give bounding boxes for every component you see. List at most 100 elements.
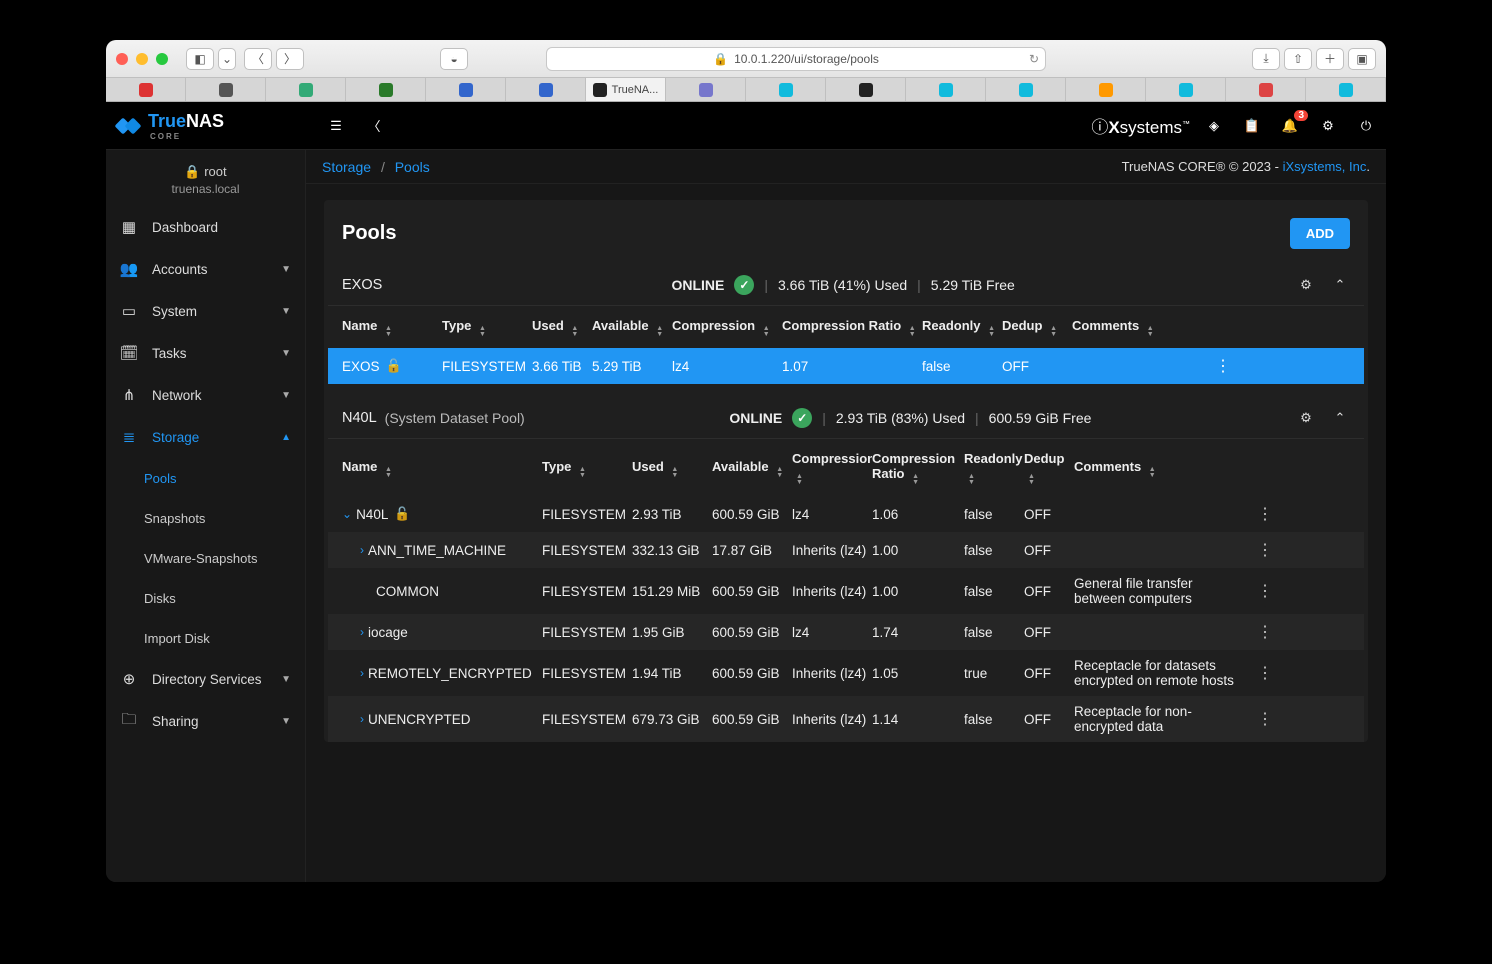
sidebar-item-tasks[interactable]: 🗓 Tasks▼ [106,332,305,374]
column-header[interactable]: Comments ▲▼ [1072,318,1202,338]
kebab-icon[interactable]: ⋮ [1244,540,1274,560]
shield-icon[interactable]: ◒ [440,48,468,70]
column-header[interactable]: Type ▲▼ [542,459,632,479]
sort-icon[interactable]: ▲▼ [1050,326,1057,338]
tab-overview-icon[interactable]: ▣ [1348,48,1376,70]
column-header[interactable]: Used ▲▼ [532,318,592,338]
sort-icon[interactable]: ▲▼ [571,326,578,338]
browser-tab[interactable] [906,78,986,101]
forward-button[interactable]: 〉 [276,48,304,70]
sort-icon[interactable]: ▲▼ [1028,474,1035,486]
browser-tab[interactable] [666,78,746,101]
sort-icon[interactable]: ▲▼ [988,326,995,338]
column-header[interactable]: Readonly ▲▼ [964,451,1024,486]
chevron-down-icon[interactable]: ⌄ [342,507,352,521]
new-tab-icon[interactable]: ＋ [1316,48,1344,70]
sort-icon[interactable]: ▲▼ [968,474,975,486]
sidebar-subitem-disks[interactable]: Disks [106,578,305,618]
close-window-icon[interactable] [116,53,128,65]
download-icon[interactable]: ⤓ [1252,48,1280,70]
column-header[interactable]: Dedup ▲▼ [1002,318,1072,338]
column-header[interactable]: Name ▲▼ [342,318,442,338]
column-header[interactable]: Readonly ▲▼ [922,318,1002,338]
table-row[interactable]: EXOS🔓FILESYSTEM3.66 TiB5.29 TiBlz41.07fa… [328,348,1364,384]
sidebar-subitem-snapshots[interactable]: Snapshots [106,498,305,538]
alerts-icon[interactable]: 🔔 3 [1280,116,1300,136]
chevron-right-icon[interactable]: › [360,625,364,639]
column-header[interactable]: Compression ▲▼ [792,451,872,486]
sort-icon[interactable]: ▲▼ [1147,326,1154,338]
column-header[interactable]: Dedup ▲▼ [1024,451,1074,486]
sidebar-item-directory-services[interactable]: ⊕ Directory Services▼ [106,658,305,700]
browser-tab[interactable]: TrueNA... [586,78,666,101]
sort-icon[interactable]: ▲▼ [763,326,770,338]
sort-icon[interactable]: ▲▼ [1149,467,1156,479]
chevron-right-icon[interactable]: › [360,543,364,557]
sort-icon[interactable]: ▲▼ [656,326,663,338]
column-header[interactable]: Compression ▲▼ [672,318,782,338]
breadcrumb-storage[interactable]: Storage [322,159,371,175]
browser-tab[interactable] [266,78,346,101]
browser-tab[interactable] [1226,78,1306,101]
chevron-right-icon[interactable]: › [360,712,364,726]
kebab-icon[interactable]: ⋮ [1244,709,1274,729]
browser-tab[interactable] [1146,78,1226,101]
minimize-window-icon[interactable] [136,53,148,65]
pool-gear-icon[interactable]: ⚙ [1296,275,1316,295]
maximize-window-icon[interactable] [156,53,168,65]
column-header[interactable]: Name ▲▼ [342,459,542,479]
truecommand-icon[interactable]: ◈ [1204,116,1224,136]
kebab-icon[interactable]: ⋮ [1244,663,1274,683]
sort-icon[interactable]: ▲▼ [671,467,678,479]
sidebar-subitem-import-disk[interactable]: Import Disk [106,618,305,658]
clipboard-icon[interactable]: 📋 [1242,116,1262,136]
sidebar-dropdown-icon[interactable]: ⌄ [218,48,236,70]
menu-icon[interactable]: ☰ [326,116,346,136]
address-bar[interactable]: 🔒 10.0.1.220/ui/storage/pools ↻ [546,47,1046,71]
table-row[interactable]: ›ANN_TIME_MACHINEFILESYSTEM332.13 GiB17.… [328,532,1364,568]
column-header[interactable]: Compression Ratio ▲▼ [872,451,964,486]
power-icon[interactable]: ⏻ [1356,116,1376,136]
browser-tab[interactable] [506,78,586,101]
breadcrumb-pools[interactable]: Pools [395,159,430,175]
settings-icon[interactable]: ⚙ [1318,116,1338,136]
table-row[interactable]: ›UNENCRYPTEDFILESYSTEM679.73 GiB600.59 G… [328,696,1364,742]
table-row[interactable]: COMMONFILESYSTEM151.29 MiB600.59 GiBInhe… [328,568,1364,614]
kebab-icon[interactable]: ⋮ [1202,356,1232,376]
browser-tab[interactable] [746,78,826,101]
browser-tab[interactable] [346,78,426,101]
add-button[interactable]: ADD [1290,218,1350,249]
browser-tab[interactable] [1306,78,1386,101]
sort-icon[interactable]: ▲▼ [385,467,392,479]
table-row[interactable]: ›iocageFILESYSTEM1.95 GiB600.59 GiBlz41.… [328,614,1364,650]
sort-icon[interactable]: ▲▼ [912,474,919,486]
ixsystems-link[interactable]: iXsystems, Inc [1283,159,1367,174]
browser-tab[interactable] [826,78,906,101]
kebab-icon[interactable]: ⋮ [1244,581,1274,601]
browser-tab[interactable] [106,78,186,101]
sidebar-item-dashboard[interactable]: ▦ Dashboard [106,206,305,248]
table-row[interactable]: ›REMOTELY_ENCRYPTEDFILESYSTEM1.94 TiB600… [328,650,1364,696]
column-header[interactable]: Used ▲▼ [632,459,712,479]
app-logo[interactable]: TrueNAS CORE [116,111,316,141]
browser-tab[interactable] [426,78,506,101]
column-header[interactable]: Available ▲▼ [592,318,672,338]
sidebar-item-sharing[interactable]: 🗀 Sharing▼ [106,700,305,742]
ixsystems-logo[interactable]: ⓘXsystems™ [1091,113,1190,138]
sort-icon[interactable]: ▲▼ [479,326,486,338]
column-header[interactable]: Type ▲▼ [442,318,532,338]
browser-tab[interactable] [1066,78,1146,101]
column-header[interactable]: Comments ▲▼ [1074,459,1244,479]
table-row[interactable]: ⌄N40L🔓FILESYSTEM2.93 TiB600.59 GiBlz41.0… [328,496,1364,532]
sidebar-item-system[interactable]: ▭ System▼ [106,290,305,332]
browser-tab[interactable] [186,78,266,101]
pool-gear-icon[interactable]: ⚙ [1296,408,1316,428]
sidebar-subitem-pools[interactable]: Pools [106,458,305,498]
sort-icon[interactable]: ▲▼ [579,467,586,479]
sidebar-item-network[interactable]: ⋔ Network▼ [106,374,305,416]
sidebar-item-accounts[interactable]: 👥 Accounts▼ [106,248,305,290]
sidebar-subitem-vmware-snapshots[interactable]: VMware-Snapshots [106,538,305,578]
share-icon[interactable]: ⇧ [1284,48,1312,70]
browser-tab[interactable] [986,78,1066,101]
sort-icon[interactable]: ▲▼ [385,326,392,338]
